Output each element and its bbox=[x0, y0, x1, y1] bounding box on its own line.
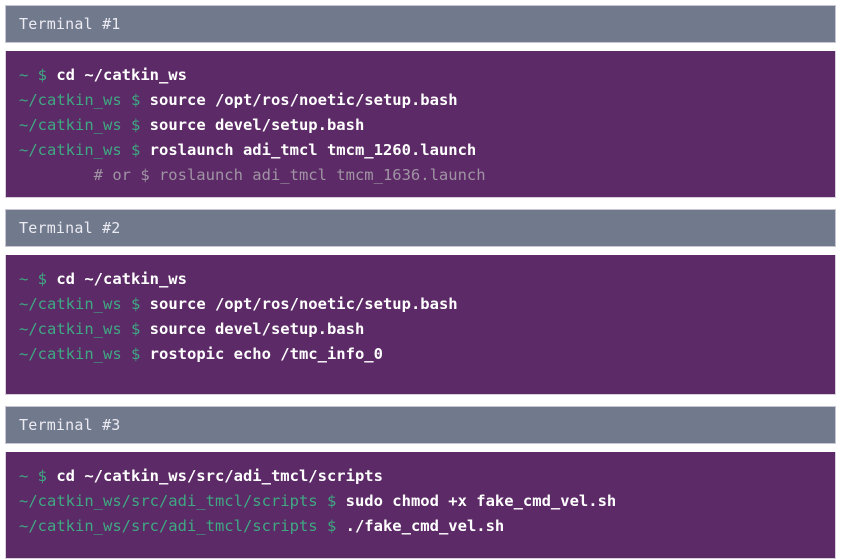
terminal-header-3: Terminal #3 bbox=[5, 406, 836, 444]
prompt-path: ~ $ bbox=[19, 270, 57, 288]
terminal-line: ~/catkin_ws $ rostopic echo /tmc_info_0 bbox=[19, 342, 835, 367]
terminal-block-1: Terminal #1 ~ $ cd ~/catkin_ws ~/catkin_… bbox=[5, 5, 836, 198]
terminal-header-1: Terminal #1 bbox=[5, 5, 836, 43]
command-text: cd ~/catkin_ws/src/adi_tmcl/scripts bbox=[56, 467, 383, 485]
command-text: ./fake_cmd_vel.sh bbox=[345, 517, 505, 535]
terminal-block-3: Terminal #3 ~ $ cd ~/catkin_ws/src/adi_t… bbox=[5, 406, 836, 559]
prompt-path: ~ $ bbox=[19, 66, 57, 84]
terminal-line: ~/catkin_ws $ source devel/setup.bash bbox=[19, 113, 835, 138]
terminal-line: ~/catkin_ws/src/adi_tmcl/scripts $ ./fak… bbox=[19, 514, 835, 539]
command-text: source /opt/ros/noetic/setup.bash bbox=[149, 295, 458, 313]
prompt-path: ~/catkin_ws/src/adi_tmcl/scripts $ bbox=[19, 517, 346, 535]
prompt-path: ~/catkin_ws $ bbox=[19, 345, 150, 363]
prompt-path: ~ $ bbox=[19, 467, 57, 485]
terminal-instructions-page: Terminal #1 ~ $ cd ~/catkin_ws ~/catkin_… bbox=[0, 0, 845, 559]
terminal-body-1[interactable]: ~ $ cd ~/catkin_ws ~/catkin_ws $ source … bbox=[5, 51, 836, 198]
terminal-block-2: Terminal #2 ~ $ cd ~/catkin_ws ~/catkin_… bbox=[5, 209, 836, 395]
terminal-line: ~/catkin_ws $ roslaunch adi_tmcl tmcm_12… bbox=[19, 138, 835, 163]
prompt-path: ~/catkin_ws $ bbox=[19, 141, 150, 159]
terminal-title-2: Terminal #2 bbox=[19, 219, 121, 237]
command-text: rostopic echo /tmc_info_0 bbox=[149, 345, 383, 363]
command-text: source devel/setup.bash bbox=[149, 116, 365, 134]
terminal-title-3: Terminal #3 bbox=[19, 416, 121, 434]
terminal-body-2[interactable]: ~ $ cd ~/catkin_ws ~/catkin_ws $ source … bbox=[5, 255, 836, 395]
terminal-header-2: Terminal #2 bbox=[5, 209, 836, 247]
terminal-line: ~/catkin_ws $ source /opt/ros/noetic/set… bbox=[19, 292, 835, 317]
terminal-line: ~/catkin_ws $ source /opt/ros/noetic/set… bbox=[19, 88, 835, 113]
terminal-title-1: Terminal #1 bbox=[19, 15, 121, 33]
terminal-line-comment: # or $ roslaunch adi_tmcl tmcm_1636.laun… bbox=[19, 163, 835, 188]
prompt-path: ~/catkin_ws/src/adi_tmcl/scripts $ bbox=[19, 492, 346, 510]
terminal-line: ~ $ cd ~/catkin_ws bbox=[19, 267, 835, 292]
terminal-line: ~/catkin_ws $ source devel/setup.bash bbox=[19, 317, 835, 342]
command-text: sudo chmod +x fake_cmd_vel.sh bbox=[345, 492, 617, 510]
command-text: source /opt/ros/noetic/setup.bash bbox=[149, 91, 458, 109]
command-text: cd ~/catkin_ws bbox=[56, 66, 187, 84]
prompt-path: ~/catkin_ws $ bbox=[19, 91, 150, 109]
prompt-path: ~/catkin_ws $ bbox=[19, 320, 150, 338]
terminal-line: ~/catkin_ws/src/adi_tmcl/scripts $ sudo … bbox=[19, 489, 835, 514]
terminal-line: ~ $ cd ~/catkin_ws/src/adi_tmcl/scripts bbox=[19, 464, 835, 489]
terminal-line: ~ $ cd ~/catkin_ws bbox=[19, 63, 835, 88]
command-text: source devel/setup.bash bbox=[149, 320, 365, 338]
terminal-body-3[interactable]: ~ $ cd ~/catkin_ws/src/adi_tmcl/scripts … bbox=[5, 452, 836, 559]
prompt-path: ~/catkin_ws $ bbox=[19, 116, 150, 134]
command-text: cd ~/catkin_ws bbox=[56, 270, 187, 288]
prompt-path: ~/catkin_ws $ bbox=[19, 295, 150, 313]
command-text: roslaunch adi_tmcl tmcm_1260.launch bbox=[149, 141, 477, 159]
comment-text: # or $ roslaunch adi_tmcl tmcm_1636.laun… bbox=[19, 166, 486, 184]
